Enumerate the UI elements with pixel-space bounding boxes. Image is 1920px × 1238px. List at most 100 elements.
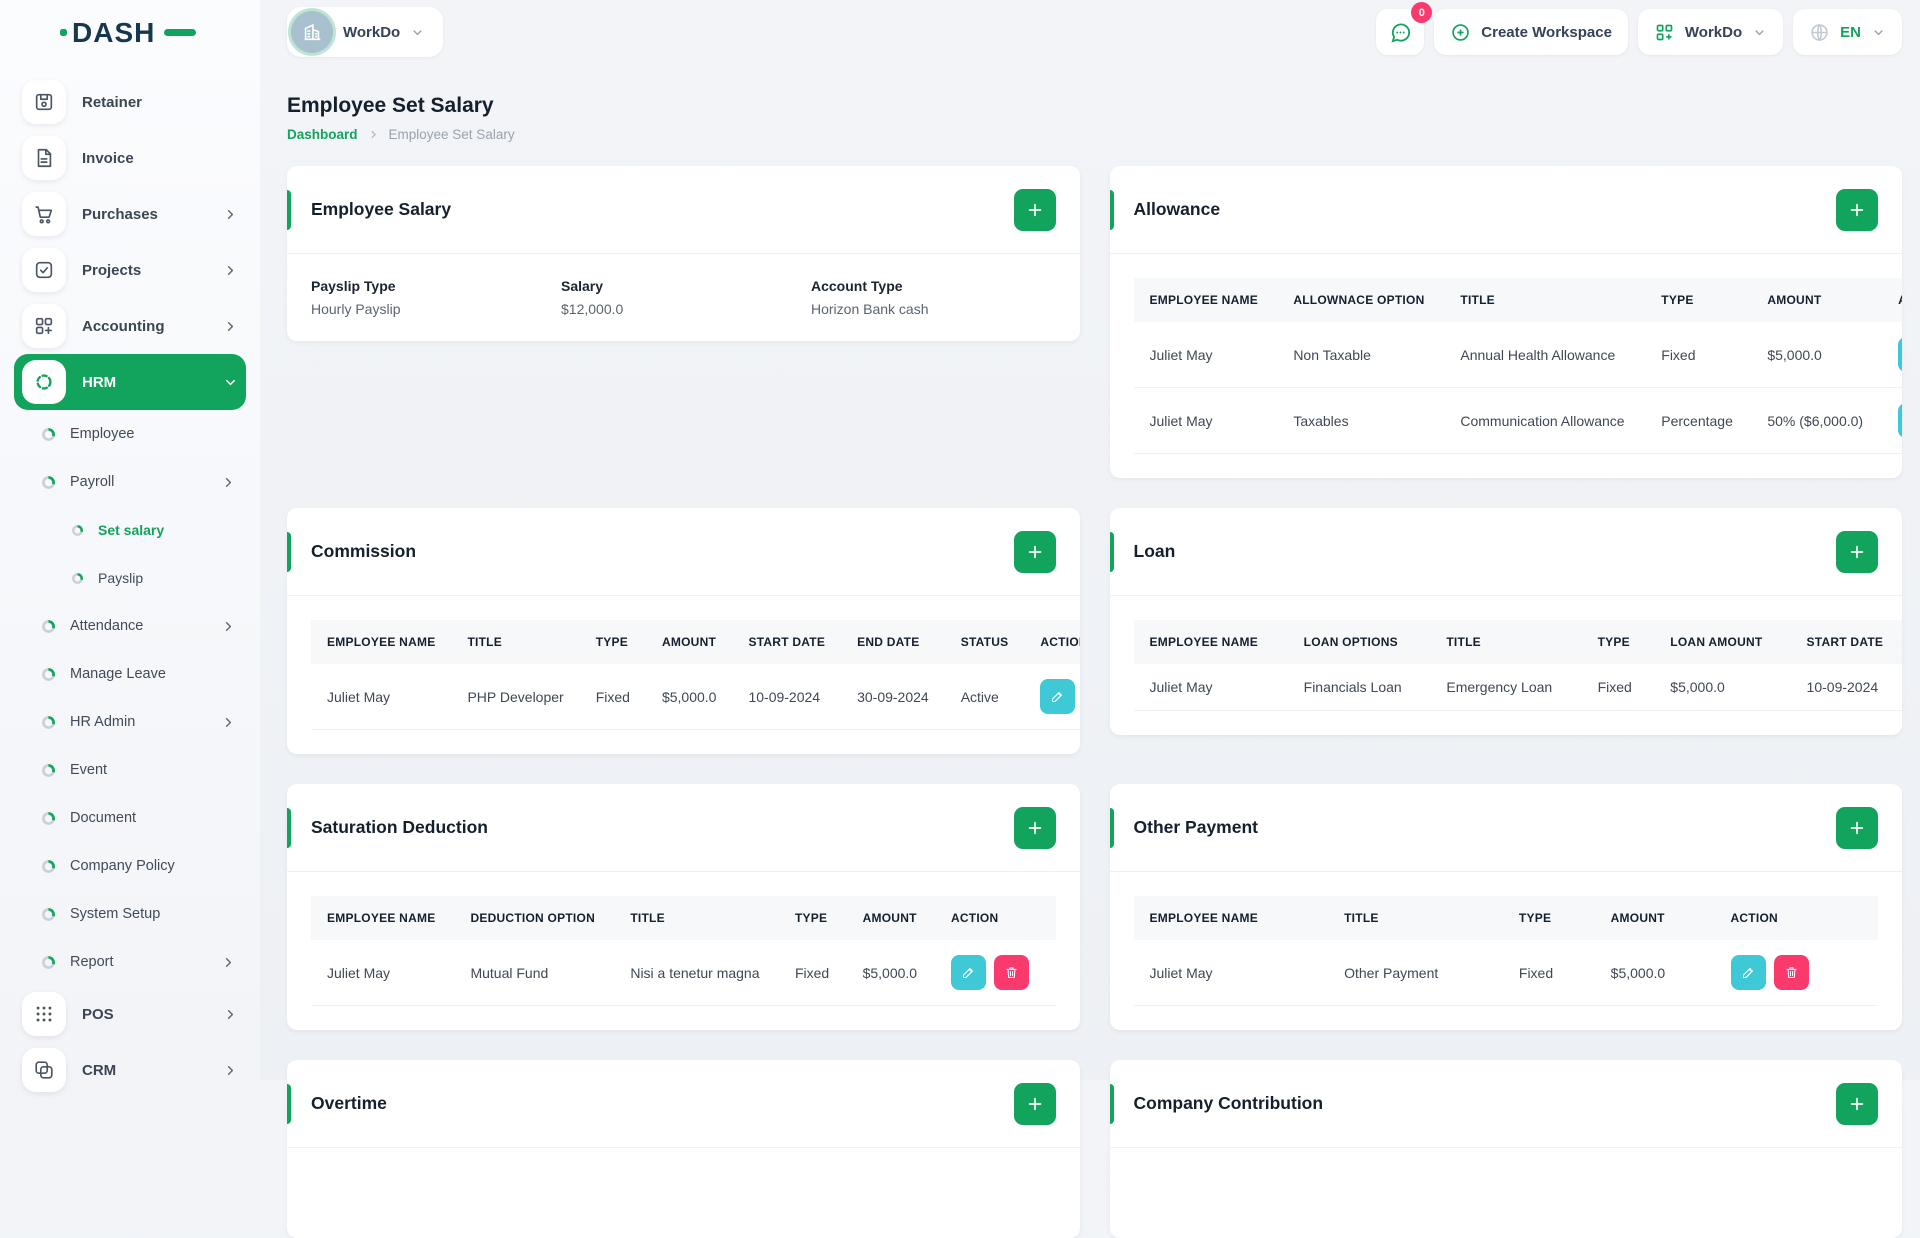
sidebar-item-label: Purchases bbox=[82, 206, 207, 223]
plus-icon bbox=[1847, 200, 1867, 220]
sidebar-item-manage-leave[interactable]: Manage Leave bbox=[14, 650, 246, 698]
accounting-glyph bbox=[33, 315, 55, 337]
table-cell: Juliet May bbox=[1134, 940, 1329, 1006]
add-employee-salary-button[interactable] bbox=[1014, 189, 1056, 231]
crm-glyph bbox=[33, 1059, 55, 1081]
card-loan: LoanEMPLOYEE NAMELOAN OPTIONSTITLETYPELO… bbox=[1110, 508, 1903, 735]
add-saturation-deduction-button[interactable] bbox=[1014, 807, 1056, 849]
card-header: Other Payment bbox=[1110, 784, 1903, 872]
edit-button[interactable] bbox=[1898, 337, 1902, 372]
card-other-payment: Other Payment EMPLOYEE NAMETITLETYPEAMOUN… bbox=[1110, 784, 1903, 1030]
edit-button[interactable] bbox=[1040, 679, 1075, 714]
column-header: ACTION bbox=[935, 896, 1056, 940]
sidebar-item-document[interactable]: Document bbox=[14, 794, 246, 842]
column-header: TYPE bbox=[779, 896, 847, 940]
card-header: Employee Salary bbox=[287, 166, 1080, 254]
table-cell: Communication Allowance bbox=[1444, 388, 1645, 454]
column-header: AMOUNT bbox=[1751, 278, 1882, 322]
workspace-avatar bbox=[291, 11, 333, 53]
sidebar-item-label: CRM bbox=[82, 1062, 207, 1079]
table-cell: $5,000.0 bbox=[1595, 940, 1715, 1006]
column-header: AMOUNT bbox=[847, 896, 935, 940]
sidebar-item-event[interactable]: Event bbox=[14, 746, 246, 794]
sidebar-item-projects[interactable]: Projects bbox=[14, 242, 246, 298]
loan-table: EMPLOYEE NAMELOAN OPTIONSTITLETYPELOAN A… bbox=[1134, 620, 1903, 711]
bullet-icon bbox=[72, 525, 83, 536]
app-logo[interactable]: DASH bbox=[0, 0, 260, 64]
edit-button[interactable] bbox=[1731, 955, 1766, 990]
sidebar-item-system-setup[interactable]: System Setup bbox=[14, 890, 246, 938]
sidebar-item-attendance[interactable]: Attendance bbox=[14, 602, 246, 650]
sidebar-item-accounting[interactable]: Accounting bbox=[14, 298, 246, 354]
table-cell: $5,000.0 bbox=[1654, 664, 1790, 711]
sidebar-item-retainer[interactable]: Retainer bbox=[14, 74, 246, 130]
delete-button[interactable] bbox=[994, 955, 1029, 990]
breadcrumb-current: Employee Set Salary bbox=[389, 127, 515, 142]
table-cell: Fixed bbox=[580, 664, 646, 730]
table-row: Juliet MayOther PaymentFixed$5,000.0 bbox=[1134, 940, 1879, 1006]
add-company-contribution-button[interactable] bbox=[1836, 1083, 1878, 1125]
action-cell bbox=[1882, 388, 1902, 454]
chevron-right-icon bbox=[223, 1007, 238, 1022]
table-cell: Emergency Loan bbox=[1430, 664, 1581, 711]
sidebar-item-label: System Setup bbox=[70, 906, 236, 922]
table-cell: Juliet May bbox=[1134, 388, 1278, 454]
column-header: EMPLOYEE NAME bbox=[311, 620, 451, 664]
table-row: Juliet MayNon TaxableAnnual Health Allow… bbox=[1134, 322, 1903, 388]
column-header: AMOUNT bbox=[646, 620, 733, 664]
add-commission-button[interactable] bbox=[1014, 531, 1056, 573]
table-cell: $5,000.0 bbox=[847, 940, 935, 1006]
plus-icon bbox=[1025, 200, 1045, 220]
plus-icon bbox=[1025, 1094, 1045, 1114]
sidebar-item-purchases[interactable]: Purchases bbox=[14, 186, 246, 242]
pencil-icon bbox=[961, 965, 976, 980]
add-other-payment-button[interactable] bbox=[1836, 807, 1878, 849]
language-selector[interactable]: EN bbox=[1793, 9, 1902, 55]
add-loan-button[interactable] bbox=[1836, 531, 1878, 573]
table-cell: Juliet May bbox=[311, 664, 451, 730]
sidebar-item-set-salary[interactable]: Set salary bbox=[14, 506, 246, 554]
column-header: EMPLOYEE NAME bbox=[1134, 620, 1288, 664]
sidebar-item-payslip[interactable]: Payslip bbox=[14, 554, 246, 602]
workspace-selector[interactable]: WorkDo bbox=[287, 7, 443, 57]
sidebar-item-employee[interactable]: Employee bbox=[14, 410, 246, 458]
delete-button[interactable] bbox=[1774, 955, 1809, 990]
sidebar-item-label: Projects bbox=[82, 262, 207, 279]
svg-text:DASH: DASH bbox=[72, 17, 155, 48]
sidebar-item-pos[interactable]: POS bbox=[14, 986, 246, 1042]
workspace-switcher[interactable]: WorkDo bbox=[1638, 9, 1783, 55]
sidebar-item-company-policy[interactable]: Company Policy bbox=[14, 842, 246, 890]
workspace-switcher-label: WorkDo bbox=[1685, 24, 1742, 41]
sidebar-item-report[interactable]: Report bbox=[14, 938, 246, 986]
table-cell: Juliet May bbox=[311, 940, 454, 1006]
saturation-deduction-table: EMPLOYEE NAMEDEDUCTION OPTIONTITLETYPEAM… bbox=[311, 896, 1056, 1006]
messages-button[interactable]: 0 bbox=[1376, 9, 1424, 55]
table-row: Juliet MayFinancials LoanEmergency LoanF… bbox=[1134, 664, 1903, 711]
breadcrumb-dashboard-link[interactable]: Dashboard bbox=[287, 127, 358, 142]
table-cell: Percentage bbox=[1645, 388, 1751, 454]
column-header: ACTION bbox=[1882, 278, 1902, 322]
edit-button[interactable] bbox=[1898, 403, 1902, 438]
sidebar-item-payroll[interactable]: Payroll bbox=[14, 458, 246, 506]
breadcrumb: Dashboard Employee Set Salary bbox=[287, 127, 1902, 142]
add-overtime-button[interactable] bbox=[1014, 1083, 1056, 1125]
column-header: ALLOWNACE OPTION bbox=[1277, 278, 1444, 322]
create-workspace-button[interactable]: Create Workspace bbox=[1434, 9, 1628, 55]
card-header: Commission bbox=[287, 508, 1080, 596]
other-payment-table: EMPLOYEE NAMETITLETYPEAMOUNTACTIONJuliet… bbox=[1134, 896, 1879, 1006]
edit-button[interactable] bbox=[951, 955, 986, 990]
column-header: EMPLOYEE NAME bbox=[1134, 278, 1278, 322]
card-title: Saturation Deduction bbox=[311, 817, 488, 838]
column-header: END DATE bbox=[841, 620, 945, 664]
column-header: TYPE bbox=[1503, 896, 1595, 940]
table-cell: 10-09-2024 bbox=[732, 664, 841, 730]
add-allowance-button[interactable] bbox=[1836, 189, 1878, 231]
bullet-icon bbox=[42, 956, 55, 969]
table-cell: Non Taxable bbox=[1277, 322, 1444, 388]
sidebar-item-hr-admin[interactable]: HR Admin bbox=[14, 698, 246, 746]
sidebar-item-invoice[interactable]: Invoice bbox=[14, 130, 246, 186]
card-accent-bar bbox=[287, 1084, 291, 1124]
column-header: TITLE bbox=[1430, 620, 1581, 664]
hrm-icon bbox=[22, 360, 66, 404]
sidebar-item-hrm[interactable]: HRM bbox=[14, 354, 246, 410]
